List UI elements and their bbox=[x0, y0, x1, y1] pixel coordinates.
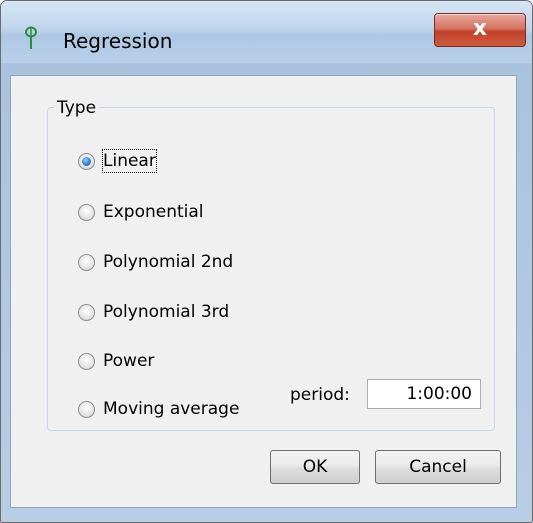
radio-linear[interactable]: Linear bbox=[78, 148, 157, 174]
period-label: period: bbox=[290, 385, 350, 405]
title-bar[interactable]: Regression x bbox=[1, 1, 532, 63]
regression-dialog: Regression x Type Linear Exponential Pol… bbox=[0, 0, 533, 523]
app-icon bbox=[23, 25, 43, 51]
radio-label-exponential: Exponential bbox=[103, 202, 204, 222]
radio-power[interactable]: Power bbox=[78, 348, 154, 374]
radio-button-checked-icon[interactable] bbox=[78, 152, 95, 170]
type-group-label: Type bbox=[54, 97, 100, 119]
close-icon: x bbox=[472, 16, 488, 41]
period-input[interactable] bbox=[367, 379, 481, 409]
radio-button-icon[interactable] bbox=[78, 352, 95, 370]
radio-exponential[interactable]: Exponential bbox=[78, 199, 204, 225]
radio-label-linear: Linear bbox=[102, 149, 157, 173]
radio-label-power: Power bbox=[103, 351, 155, 371]
cancel-button[interactable]: Cancel bbox=[375, 450, 501, 484]
radio-button-icon[interactable] bbox=[78, 253, 95, 271]
radio-polynomial-3rd[interactable]: Polynomial 3rd bbox=[78, 299, 229, 325]
close-button[interactable]: x bbox=[434, 13, 526, 47]
radio-button-icon[interactable] bbox=[78, 303, 95, 321]
radio-button-icon[interactable] bbox=[78, 203, 95, 221]
ok-button[interactable]: OK bbox=[270, 450, 360, 484]
radio-moving-average[interactable]: Moving average bbox=[78, 396, 239, 422]
radio-polynomial-2nd[interactable]: Polynomial 2nd bbox=[78, 249, 233, 275]
radio-label-polynomial-3rd: Polynomial 3rd bbox=[103, 302, 230, 322]
window-title: Regression bbox=[63, 29, 173, 53]
radio-label-polynomial-2nd: Polynomial 2nd bbox=[103, 252, 234, 272]
dialog-body: Type Linear Exponential Polynomial 2nd P… bbox=[10, 75, 517, 508]
radio-button-icon[interactable] bbox=[78, 400, 95, 418]
radio-label-moving-average: Moving average bbox=[103, 399, 240, 419]
